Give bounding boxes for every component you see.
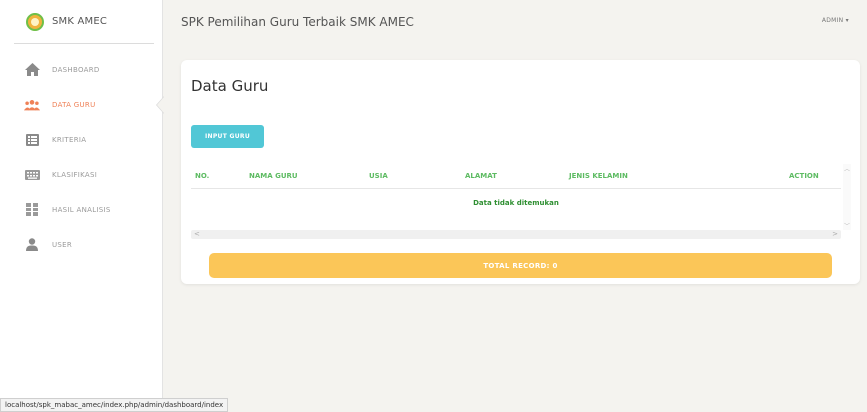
sidebar-item-user[interactable]: USER [0,227,163,262]
column-header-nama-guru[interactable]: NAMA GURU [249,172,298,180]
sidebar-item-label: DATA GURU [52,100,96,109]
sidebar-item-label: DASHBOARD [52,65,100,74]
sidebar-item-dashboard[interactable]: DASHBOARD [0,52,163,87]
brand-name: SMK AMEC [52,16,108,27]
users-icon [24,98,40,112]
sidebar-nav: DASHBOARD DATA GURU KRITERIA KLASIFIKASI… [0,52,164,262]
data-table: NO. NAMA GURU USIA ALAMAT JENIS KELAMIN … [191,164,851,239]
input-guru-button[interactable]: INPUT GURU [191,125,264,148]
empty-table-message: Data tidak ditemukan [473,199,559,207]
sidebar-item-klasifikasi[interactable]: KLASIFIKASI [0,157,163,192]
user-menu[interactable]: ADMIN ▾ [822,17,849,24]
browser-status-url: localhost/spk_mabac_amec/index.php/admin… [0,398,229,412]
grid-icon [24,203,40,217]
data-guru-card: Data Guru INPUT GURU NO. NAMA GURU USIA … [181,60,860,284]
total-record-bar: TOTAL RECORD: 0 [209,253,832,278]
page-title: Data Guru [191,77,269,95]
sidebar-item-label: KLASIFIKASI [52,170,98,179]
sidebar: SMK AMEC DASHBOARD DATA GURU KRITERIA KL… [0,0,164,412]
list-icon [24,133,40,147]
scroll-up-icon[interactable]: ︿ [844,164,850,173]
brand[interactable]: SMK AMEC [14,0,154,44]
sidebar-item-label: USER [52,240,73,249]
sidebar-item-label: HASIL ANALISIS [52,205,111,214]
app-root: SMK AMEC DASHBOARD DATA GURU KRITERIA KL… [0,0,867,412]
column-header-action[interactable]: ACTION [789,172,819,180]
user-icon [24,238,40,252]
logo-icon [26,12,44,31]
sidebar-item-hasil-analisis[interactable]: HASIL ANALISIS [0,192,163,227]
column-header-jenis-kelamin[interactable]: JENIS KELAMIN [569,172,628,180]
sidebar-item-label: KRITERIA [52,135,87,144]
horizontal-scrollbar[interactable]: < > [191,230,841,239]
sidebar-item-data-guru[interactable]: DATA GURU [0,87,164,122]
keyboard-icon [24,168,40,182]
column-header-usia[interactable]: USIA [369,172,388,180]
sidebar-item-kriteria[interactable]: KRITERIA [0,122,163,157]
column-header-no[interactable]: NO. [195,172,209,180]
table-header: NO. NAMA GURU USIA ALAMAT JENIS KELAMIN … [191,164,841,189]
column-header-alamat[interactable]: ALAMAT [465,172,497,180]
scroll-right-icon[interactable]: > [832,230,838,239]
topbar: SPK Pemilihan Guru Terbaik SMK AMEC ADMI… [164,0,867,44]
scroll-down-icon[interactable]: ﹀ [844,221,850,230]
scroll-left-icon[interactable]: < [194,230,200,239]
page-header-title: SPK Pemilihan Guru Terbaik SMK AMEC [181,15,414,29]
vertical-scrollbar[interactable]: ︿ ﹀ [843,164,851,230]
home-icon [24,63,40,77]
